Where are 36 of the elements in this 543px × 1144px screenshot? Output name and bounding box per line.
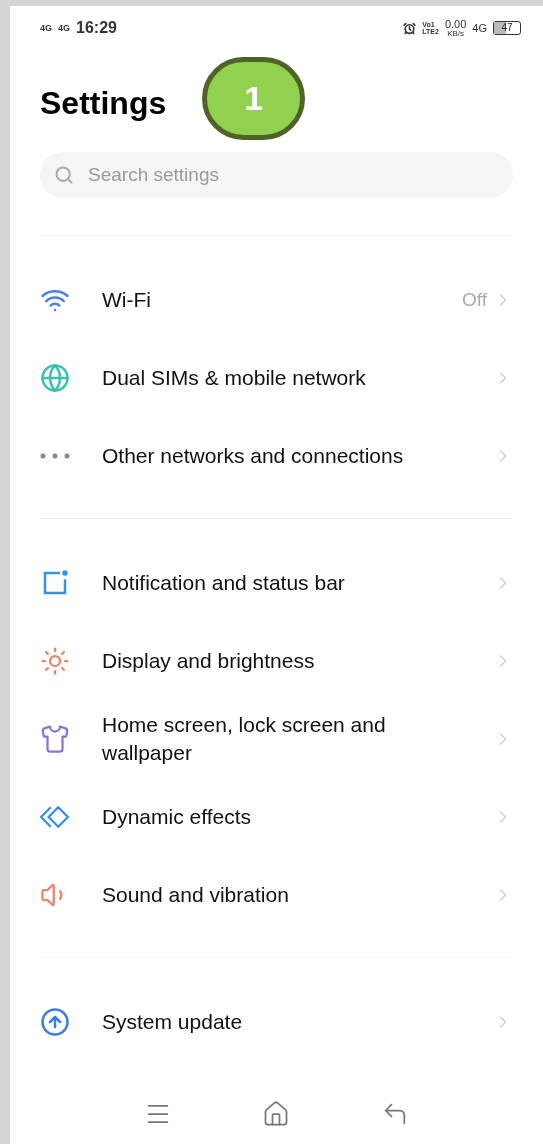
- settings-item[interactable]: Display and brightness: [40, 622, 513, 700]
- item-label: Dynamic effects: [102, 804, 252, 830]
- page-title: Settings: [40, 84, 167, 123]
- data-unit: KB/s: [447, 29, 465, 38]
- settings-item[interactable]: Home screen, lock screen and wallpaper: [40, 700, 513, 778]
- item-label: Other networks and connections: [102, 443, 405, 469]
- shirt-icon: [40, 724, 70, 754]
- sun-icon: [40, 646, 70, 676]
- network-label: 4G: [472, 20, 487, 36]
- globe-icon: [40, 363, 70, 393]
- settings-item[interactable]: Sound and vibration: [40, 856, 513, 934]
- alarm-icon: [403, 21, 417, 35]
- search-icon: [54, 165, 74, 185]
- update-icon: [40, 1007, 70, 1037]
- settings-item[interactable]: Dynamic effects: [40, 778, 513, 856]
- step-badge: 1: [202, 56, 306, 140]
- item-label: Home screen, lock screen and wallpaper: [102, 712, 387, 766]
- item-label: Sound and vibration: [102, 882, 290, 908]
- item-label: Display and brightness: [102, 648, 316, 674]
- item-label: Dual SIMs & mobile network: [102, 365, 367, 391]
- item-label: Notification and status bar: [102, 570, 346, 596]
- settings-item[interactable]: Other networks and connections: [40, 417, 513, 495]
- settings-item[interactable]: Wi-Fi Off: [40, 261, 513, 339]
- signal-label: 4G: [58, 23, 71, 33]
- settings-item[interactable]: Notification and status bar: [40, 544, 513, 622]
- data-rate: 0.00: [444, 18, 467, 30]
- settings-item[interactable]: Dual SIMs & mobile network: [40, 339, 513, 417]
- item-label: System update: [102, 1009, 244, 1035]
- item-label: Wi-Fi: [102, 287, 152, 313]
- signal-label: 4G: [40, 23, 52, 33]
- item-value: Off: [462, 287, 487, 312]
- clock-time: 16:29: [76, 18, 117, 38]
- settings-item[interactable]: System update: [40, 983, 513, 1061]
- more-icon: [40, 453, 70, 459]
- battery-level: 47: [501, 23, 513, 33]
- search-field[interactable]: Search settings: [40, 152, 513, 198]
